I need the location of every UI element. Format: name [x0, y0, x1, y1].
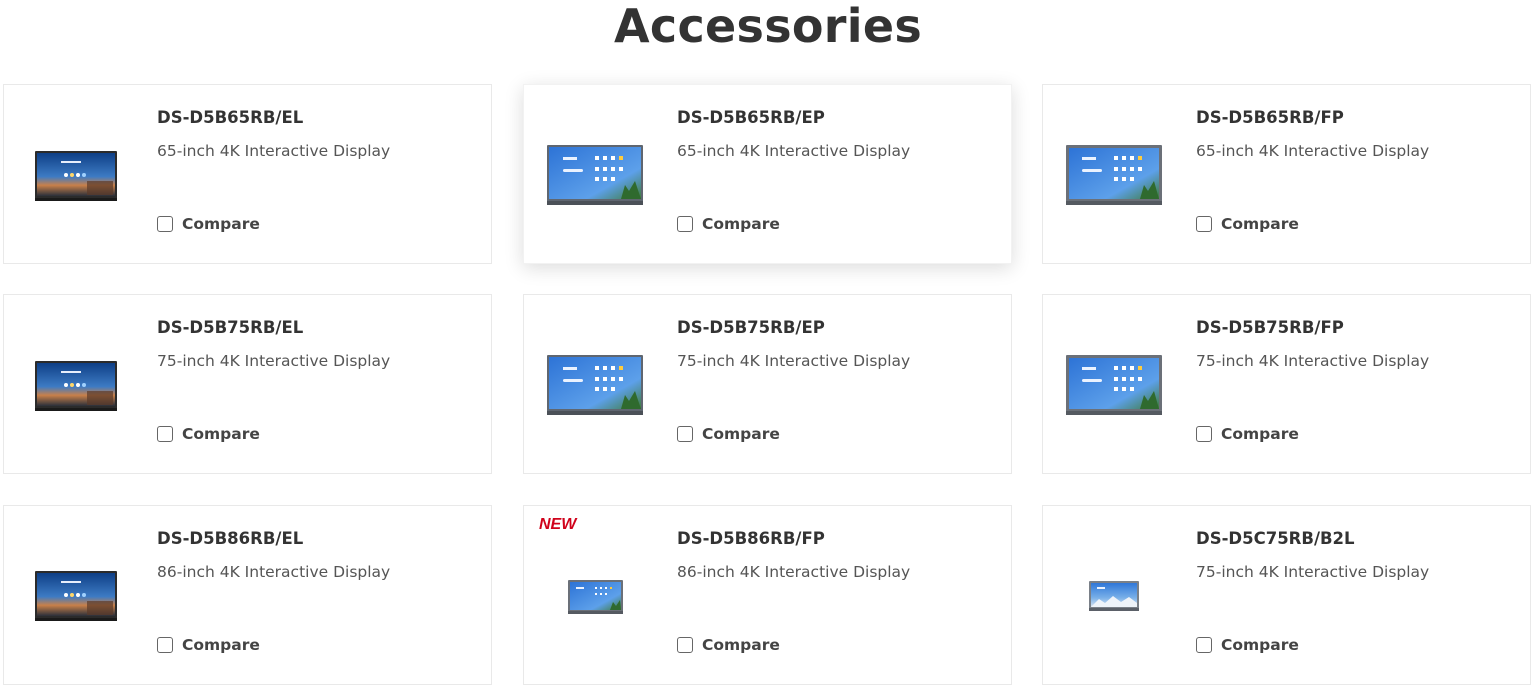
- product-model[interactable]: DS-D5B86RB/FP: [677, 529, 825, 548]
- product-description: 65-inch 4K Interactive Display: [677, 142, 911, 160]
- compare-label: Compare: [702, 215, 780, 233]
- compare-toggle[interactable]: Compare: [677, 213, 780, 235]
- product-card[interactable]: DS-D5B86RB/EL 86-inch 4K Interactive Dis…: [3, 505, 492, 685]
- compare-label: Compare: [182, 215, 260, 233]
- product-model[interactable]: DS-D5B75RB/FP: [1196, 318, 1344, 337]
- product-description: 65-inch 4K Interactive Display: [1196, 142, 1430, 160]
- compare-label: Compare: [182, 425, 260, 443]
- compare-label: Compare: [1221, 425, 1299, 443]
- compare-toggle[interactable]: Compare: [157, 213, 260, 235]
- compare-label: Compare: [702, 425, 780, 443]
- compare-checkbox[interactable]: [677, 426, 693, 442]
- interactive-display-ep-image: [547, 145, 643, 205]
- compare-toggle[interactable]: Compare: [157, 423, 260, 445]
- product-model[interactable]: DS-D5B65RB/EL: [157, 108, 303, 127]
- new-badge: NEW: [539, 516, 577, 533]
- product-card[interactable]: NEW DS-D5B86RB/FP 86-inch 4K Interactive…: [523, 505, 1012, 685]
- compare-toggle[interactable]: Compare: [1196, 634, 1299, 656]
- product-card[interactable]: DS-D5B75RB/EL 75-inch 4K Interactive Dis…: [3, 294, 492, 474]
- product-card[interactable]: DS-D5B65RB/FP 65-inch 4K Interactive Dis…: [1042, 84, 1531, 264]
- product-description: 75-inch 4K Interactive Display: [1196, 352, 1430, 370]
- compare-label: Compare: [702, 636, 780, 654]
- compare-label: Compare: [1221, 215, 1299, 233]
- compare-checkbox[interactable]: [1196, 426, 1212, 442]
- product-model[interactable]: DS-D5C75RB/B2L: [1196, 529, 1355, 548]
- product-card[interactable]: DS-D5B65RB/EP 65-inch 4K Interactive Dis…: [523, 84, 1012, 264]
- compare-checkbox[interactable]: [1196, 216, 1212, 232]
- compare-toggle[interactable]: Compare: [1196, 213, 1299, 235]
- interactive-display-ep-image: [547, 355, 643, 415]
- product-card[interactable]: DS-D5B65RB/EL 65-inch 4K Interactive Dis…: [3, 84, 492, 264]
- product-description: 75-inch 4K Interactive Display: [157, 352, 391, 370]
- product-description: 65-inch 4K Interactive Display: [157, 142, 391, 160]
- product-model[interactable]: DS-D5B75RB/EL: [157, 318, 303, 337]
- interactive-display-el-image: [35, 571, 117, 621]
- product-description: 86-inch 4K Interactive Display: [157, 563, 391, 581]
- compare-toggle[interactable]: Compare: [677, 634, 780, 656]
- compare-toggle[interactable]: Compare: [157, 634, 260, 656]
- interactive-display-el-image: [35, 361, 117, 411]
- compare-checkbox[interactable]: [677, 216, 693, 232]
- compare-toggle[interactable]: Compare: [1196, 423, 1299, 445]
- product-description: 75-inch 4K Interactive Display: [677, 352, 911, 370]
- compare-checkbox[interactable]: [157, 426, 173, 442]
- product-model[interactable]: DS-D5B75RB/EP: [677, 318, 825, 337]
- compare-checkbox[interactable]: [157, 637, 173, 653]
- product-description: 86-inch 4K Interactive Display: [677, 563, 911, 581]
- product-card[interactable]: DS-D5B75RB/EP 75-inch 4K Interactive Dis…: [523, 294, 1012, 474]
- product-grid: DS-D5B65RB/EL 65-inch 4K Interactive Dis…: [0, 0, 1536, 688]
- interactive-display-fp-image: [1066, 355, 1162, 415]
- compare-checkbox[interactable]: [677, 637, 693, 653]
- product-model[interactable]: DS-D5B86RB/EL: [157, 529, 303, 548]
- product-model[interactable]: DS-D5B65RB/EP: [677, 108, 825, 127]
- product-card[interactable]: DS-D5B75RB/FP 75-inch 4K Interactive Dis…: [1042, 294, 1531, 474]
- interactive-display-el-image: [35, 151, 117, 201]
- product-card[interactable]: DS-D5C75RB/B2L 75-inch 4K Interactive Di…: [1042, 505, 1531, 685]
- compare-label: Compare: [182, 636, 260, 654]
- compare-checkbox[interactable]: [1196, 637, 1212, 653]
- interactive-display-small-image: [568, 580, 623, 614]
- product-model[interactable]: DS-D5B65RB/FP: [1196, 108, 1344, 127]
- interactive-display-small-image: [1089, 581, 1139, 611]
- compare-checkbox[interactable]: [157, 216, 173, 232]
- compare-label: Compare: [1221, 636, 1299, 654]
- product-description: 75-inch 4K Interactive Display: [1196, 563, 1430, 581]
- interactive-display-fp-image: [1066, 145, 1162, 205]
- compare-toggle[interactable]: Compare: [677, 423, 780, 445]
